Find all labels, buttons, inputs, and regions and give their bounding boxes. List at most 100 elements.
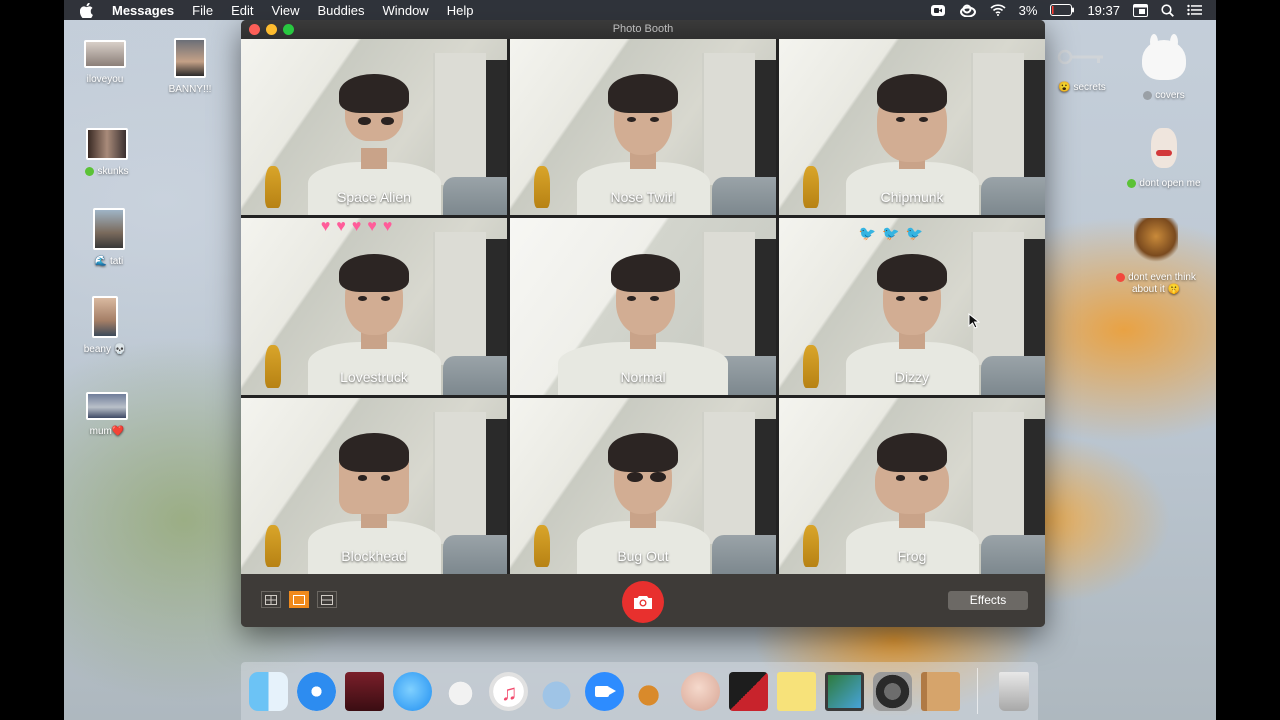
bunny-icon	[1142, 34, 1186, 80]
close-button[interactable]	[249, 24, 260, 35]
menu-file[interactable]: File	[192, 3, 213, 18]
desktop-file-secrets[interactable]: 😮 secrets	[1037, 42, 1127, 93]
file-label: dont open me	[1127, 178, 1201, 189]
effect-tile-space-alien[interactable]: Space Alien	[241, 39, 507, 216]
effects-button[interactable]: Effects	[948, 591, 1028, 610]
dock: ♫	[241, 662, 1038, 720]
effect-tile-chipmunk[interactable]: Chipmunk	[779, 39, 1045, 216]
flashcards-icon[interactable]	[729, 671, 768, 711]
hearts-effect-icon: ♥♥♥♥♥	[320, 218, 399, 236]
single-frame-icon	[293, 594, 305, 605]
desktop-file-beany[interactable]: beany 💀	[60, 296, 150, 355]
menu-help[interactable]: Help	[447, 3, 474, 18]
calendar-icon[interactable]	[1133, 3, 1148, 17]
effect-tile-frog[interactable]: Frog	[779, 397, 1045, 574]
birds-effect-icon: 🐦🐦🐦	[858, 225, 930, 242]
file-label: dont even think about it 🤫	[1111, 272, 1201, 296]
file-thumbnail	[93, 208, 125, 250]
menu-view[interactable]: View	[272, 3, 300, 18]
film-strip-icon	[321, 594, 333, 605]
file-thumbnail	[174, 38, 206, 78]
effect-tile-normal[interactable]: Normal	[510, 218, 776, 395]
file-label: BANNY!!!	[168, 84, 212, 95]
window-titlebar[interactable]: Photo Booth	[241, 20, 1045, 39]
desktop-file-iloveyou[interactable]: iloveyou	[60, 40, 150, 85]
menu-window[interactable]: Window	[382, 3, 428, 18]
photo-booth-icon[interactable]	[345, 671, 384, 711]
photo-booth-window: Photo Booth Space Alien Nose Twirl Chipm…	[241, 20, 1045, 627]
system-preferences-icon[interactable]	[873, 671, 912, 711]
red-tag-icon	[1116, 272, 1126, 282]
file-label: iloveyou	[86, 74, 124, 85]
desktop-file-dont-open-me[interactable]: dont open me	[1119, 128, 1209, 189]
finder-icon[interactable]	[249, 671, 288, 711]
green-tag-icon	[85, 166, 95, 176]
file-thumbnail	[84, 40, 126, 68]
zoom-icon[interactable]	[585, 671, 624, 711]
file-label: skunks	[85, 166, 129, 177]
clock[interactable]: 19:37	[1087, 3, 1120, 18]
trash-icon[interactable]	[999, 671, 1029, 711]
avatar-app-icon[interactable]	[681, 671, 720, 711]
photo-booth-toolbar: Effects	[241, 574, 1045, 627]
screen-record-icon[interactable]	[930, 4, 946, 17]
menu-edit[interactable]: Edit	[231, 3, 253, 18]
effects-grid: Space Alien Nose Twirl Chipmunk ♥♥♥♥♥ Lo…	[241, 39, 1045, 574]
desktop-file-tati[interactable]: 🌊 tati	[64, 208, 154, 267]
creative-cloud-icon[interactable]	[959, 4, 977, 17]
menu-bar: Messages File Edit View Buddies Window H…	[64, 0, 1216, 20]
single-view-button[interactable]	[289, 591, 309, 608]
effect-tile-lovestruck[interactable]: ♥♥♥♥♥ Lovestruck	[241, 218, 507, 395]
file-thumbnail	[86, 128, 128, 160]
seal-app-icon[interactable]	[537, 671, 576, 711]
file-thumbnail	[92, 296, 118, 338]
wifi-icon[interactable]	[990, 4, 1006, 16]
safari-icon[interactable]	[297, 671, 336, 711]
desktop-file-skunks[interactable]: skunks	[62, 128, 152, 177]
file-thumbnail	[86, 392, 128, 420]
four-up-view-button[interactable]	[261, 591, 281, 608]
battery-icon[interactable]	[1050, 4, 1075, 16]
desktop-file-banny[interactable]: BANNY!!!	[145, 38, 235, 95]
music-icon[interactable]: ♫	[489, 671, 528, 711]
search-icon[interactable]	[1161, 3, 1174, 17]
video-view-button[interactable]	[317, 591, 337, 608]
contacts-icon[interactable]	[921, 671, 960, 711]
desktop-file-dont-even-think[interactable]: dont even think about it 🤫	[1106, 218, 1206, 296]
bunny-bow-icon	[1151, 128, 1177, 168]
rabbit-app-icon[interactable]	[441, 671, 480, 711]
effect-label: Space Alien	[337, 189, 411, 206]
menu-list-icon[interactable]	[1187, 4, 1202, 16]
battery-percent[interactable]: 3%	[1019, 3, 1038, 18]
messages-icon[interactable]	[393, 671, 432, 711]
minimize-button[interactable]	[266, 24, 277, 35]
maximize-button[interactable]	[283, 24, 294, 35]
effect-label: Nose Twirl	[610, 189, 676, 206]
emoji-tag-icon: 😮	[1058, 82, 1074, 93]
green-tag-icon	[1127, 178, 1137, 188]
gray-tag-icon	[1143, 90, 1153, 100]
effect-tile-bug-out[interactable]: Bug Out	[510, 397, 776, 574]
file-label: beany 💀	[83, 344, 127, 355]
effect-tile-nose-twirl[interactable]: Nose Twirl	[510, 39, 776, 216]
mouse-cursor-icon	[968, 313, 980, 329]
stickies-icon[interactable]	[777, 671, 816, 711]
effect-label: Bug Out	[617, 547, 669, 564]
take-photo-button[interactable]	[622, 581, 664, 623]
effect-label: Chipmunk	[880, 189, 944, 206]
effect-tile-blockhead[interactable]: Blockhead	[241, 397, 507, 574]
menu-buddies[interactable]: Buddies	[317, 3, 364, 18]
preview-icon[interactable]	[825, 671, 864, 711]
desktop-file-covers[interactable]: covers	[1119, 34, 1209, 101]
lion-icon	[1134, 218, 1178, 264]
menu-app-name[interactable]: Messages	[112, 3, 174, 18]
file-label: 😮 secrets	[1058, 82, 1106, 93]
file-label: mum❤️	[89, 426, 125, 437]
camera-icon	[634, 596, 652, 609]
key-icon	[1057, 42, 1107, 72]
effect-tile-dizzy[interactable]: 🐦🐦🐦 Dizzy	[779, 218, 1045, 395]
desktop-file-mum[interactable]: mum❤️	[62, 392, 152, 437]
garageband-icon[interactable]	[633, 671, 672, 711]
window-title: Photo Booth	[612, 23, 674, 35]
apple-menu-icon[interactable]	[80, 2, 98, 18]
